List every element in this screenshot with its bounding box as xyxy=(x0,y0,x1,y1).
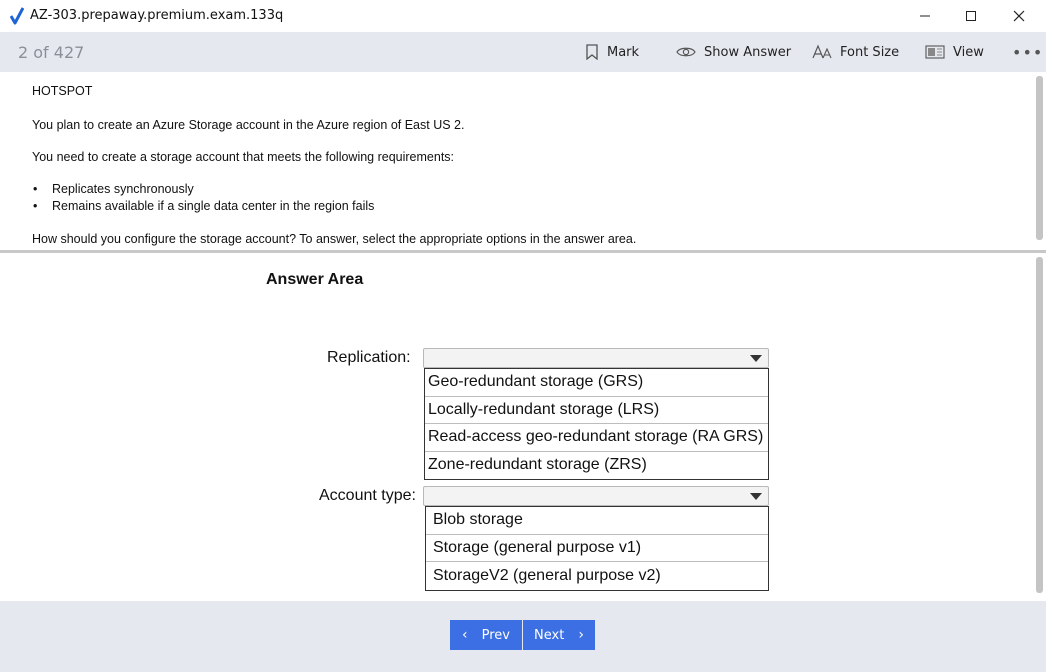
eye-icon xyxy=(676,47,696,57)
question-text-1: You plan to create an Azure Storage acco… xyxy=(32,118,465,132)
view-label: View xyxy=(953,44,984,60)
account-type-options: Blob storage Storage (general purpose v1… xyxy=(425,506,769,591)
requirement-item: Remains available if a single data cente… xyxy=(52,199,375,213)
prev-button[interactable]: ‹ Prev xyxy=(450,620,522,650)
answer-panel: Answer Area Replication: Geo-redundant s… xyxy=(0,253,1046,601)
account-type-label: Account type: xyxy=(319,487,416,504)
footer-nav: ‹ Prev Next › xyxy=(0,601,1046,672)
replication-option-zrs[interactable]: Zone-redundant storage (ZRS) xyxy=(425,452,768,480)
view-layout-icon xyxy=(925,45,945,59)
mark-button[interactable]: Mark xyxy=(585,32,639,72)
app-check-icon xyxy=(10,7,24,25)
minimize-icon xyxy=(920,15,930,17)
question-counter: 2 of 427 xyxy=(18,43,85,62)
replication-options: Geo-redundant storage (GRS) Locally-redu… xyxy=(424,368,769,480)
replication-option-lrs[interactable]: Locally-redundant storage (LRS) xyxy=(425,397,768,424)
answer-scrollbar[interactable] xyxy=(1036,257,1043,593)
font-size-button[interactable]: Font Size xyxy=(812,32,899,72)
requirement-item: Replicates synchronously xyxy=(52,182,194,196)
font-size-icon xyxy=(812,44,832,59)
next-button[interactable]: Next › xyxy=(523,620,595,650)
more-icon: ••• xyxy=(1012,42,1044,62)
show-answer-label: Show Answer xyxy=(704,44,792,60)
bullet-icon: • xyxy=(33,199,38,213)
close-icon xyxy=(1013,10,1025,22)
close-button[interactable] xyxy=(996,0,1042,32)
title-bar: AZ-303.prepaway.premium.exam.133q xyxy=(0,0,1046,32)
minimize-button[interactable] xyxy=(902,0,948,32)
replication-option-grs[interactable]: Geo-redundant storage (GRS) xyxy=(425,369,768,397)
account-type-option-v1[interactable]: Storage (general purpose v1) xyxy=(426,535,768,562)
chevron-down-icon xyxy=(750,355,762,362)
account-type-option-blob[interactable]: Blob storage xyxy=(426,507,768,535)
next-label: Next xyxy=(534,627,565,643)
account-type-option-v2[interactable]: StorageV2 (general purpose v2) xyxy=(426,562,768,590)
chevron-left-icon: ‹ xyxy=(462,627,468,643)
window-title: AZ-303.prepaway.premium.exam.133q xyxy=(30,8,284,23)
view-button[interactable]: View xyxy=(925,32,984,72)
answer-area-title: Answer Area xyxy=(266,271,364,288)
bullet-icon: • xyxy=(33,182,38,196)
more-options-button[interactable]: ••• xyxy=(1012,32,1043,72)
question-scrollbar[interactable] xyxy=(1036,76,1043,240)
maximize-icon xyxy=(966,11,976,21)
mark-label: Mark xyxy=(607,44,640,60)
replication-dropdown[interactable] xyxy=(423,348,769,368)
replication-label: Replication: xyxy=(327,349,411,366)
bookmark-icon xyxy=(586,44,598,60)
question-text-3: How should you configure the storage acc… xyxy=(32,232,637,246)
chevron-down-icon xyxy=(750,493,762,500)
font-size-label: Font Size xyxy=(840,44,900,60)
question-text-2: You need to create a storage account tha… xyxy=(32,150,455,164)
toolbar: 2 of 427 Mark Show Answer Font Size View… xyxy=(0,32,1046,72)
show-answer-button[interactable]: Show Answer xyxy=(676,32,791,72)
account-type-dropdown[interactable] xyxy=(423,486,769,506)
chevron-right-icon: › xyxy=(578,627,584,643)
replication-option-ragrs[interactable]: Read-access geo-redundant storage (RA GR… xyxy=(425,424,768,452)
maximize-button[interactable] xyxy=(948,0,994,32)
question-type: HOTSPOT xyxy=(32,84,93,98)
prev-label: Prev xyxy=(481,627,510,643)
question-panel: HOTSPOT You plan to create an Azure Stor… xyxy=(0,72,1046,250)
